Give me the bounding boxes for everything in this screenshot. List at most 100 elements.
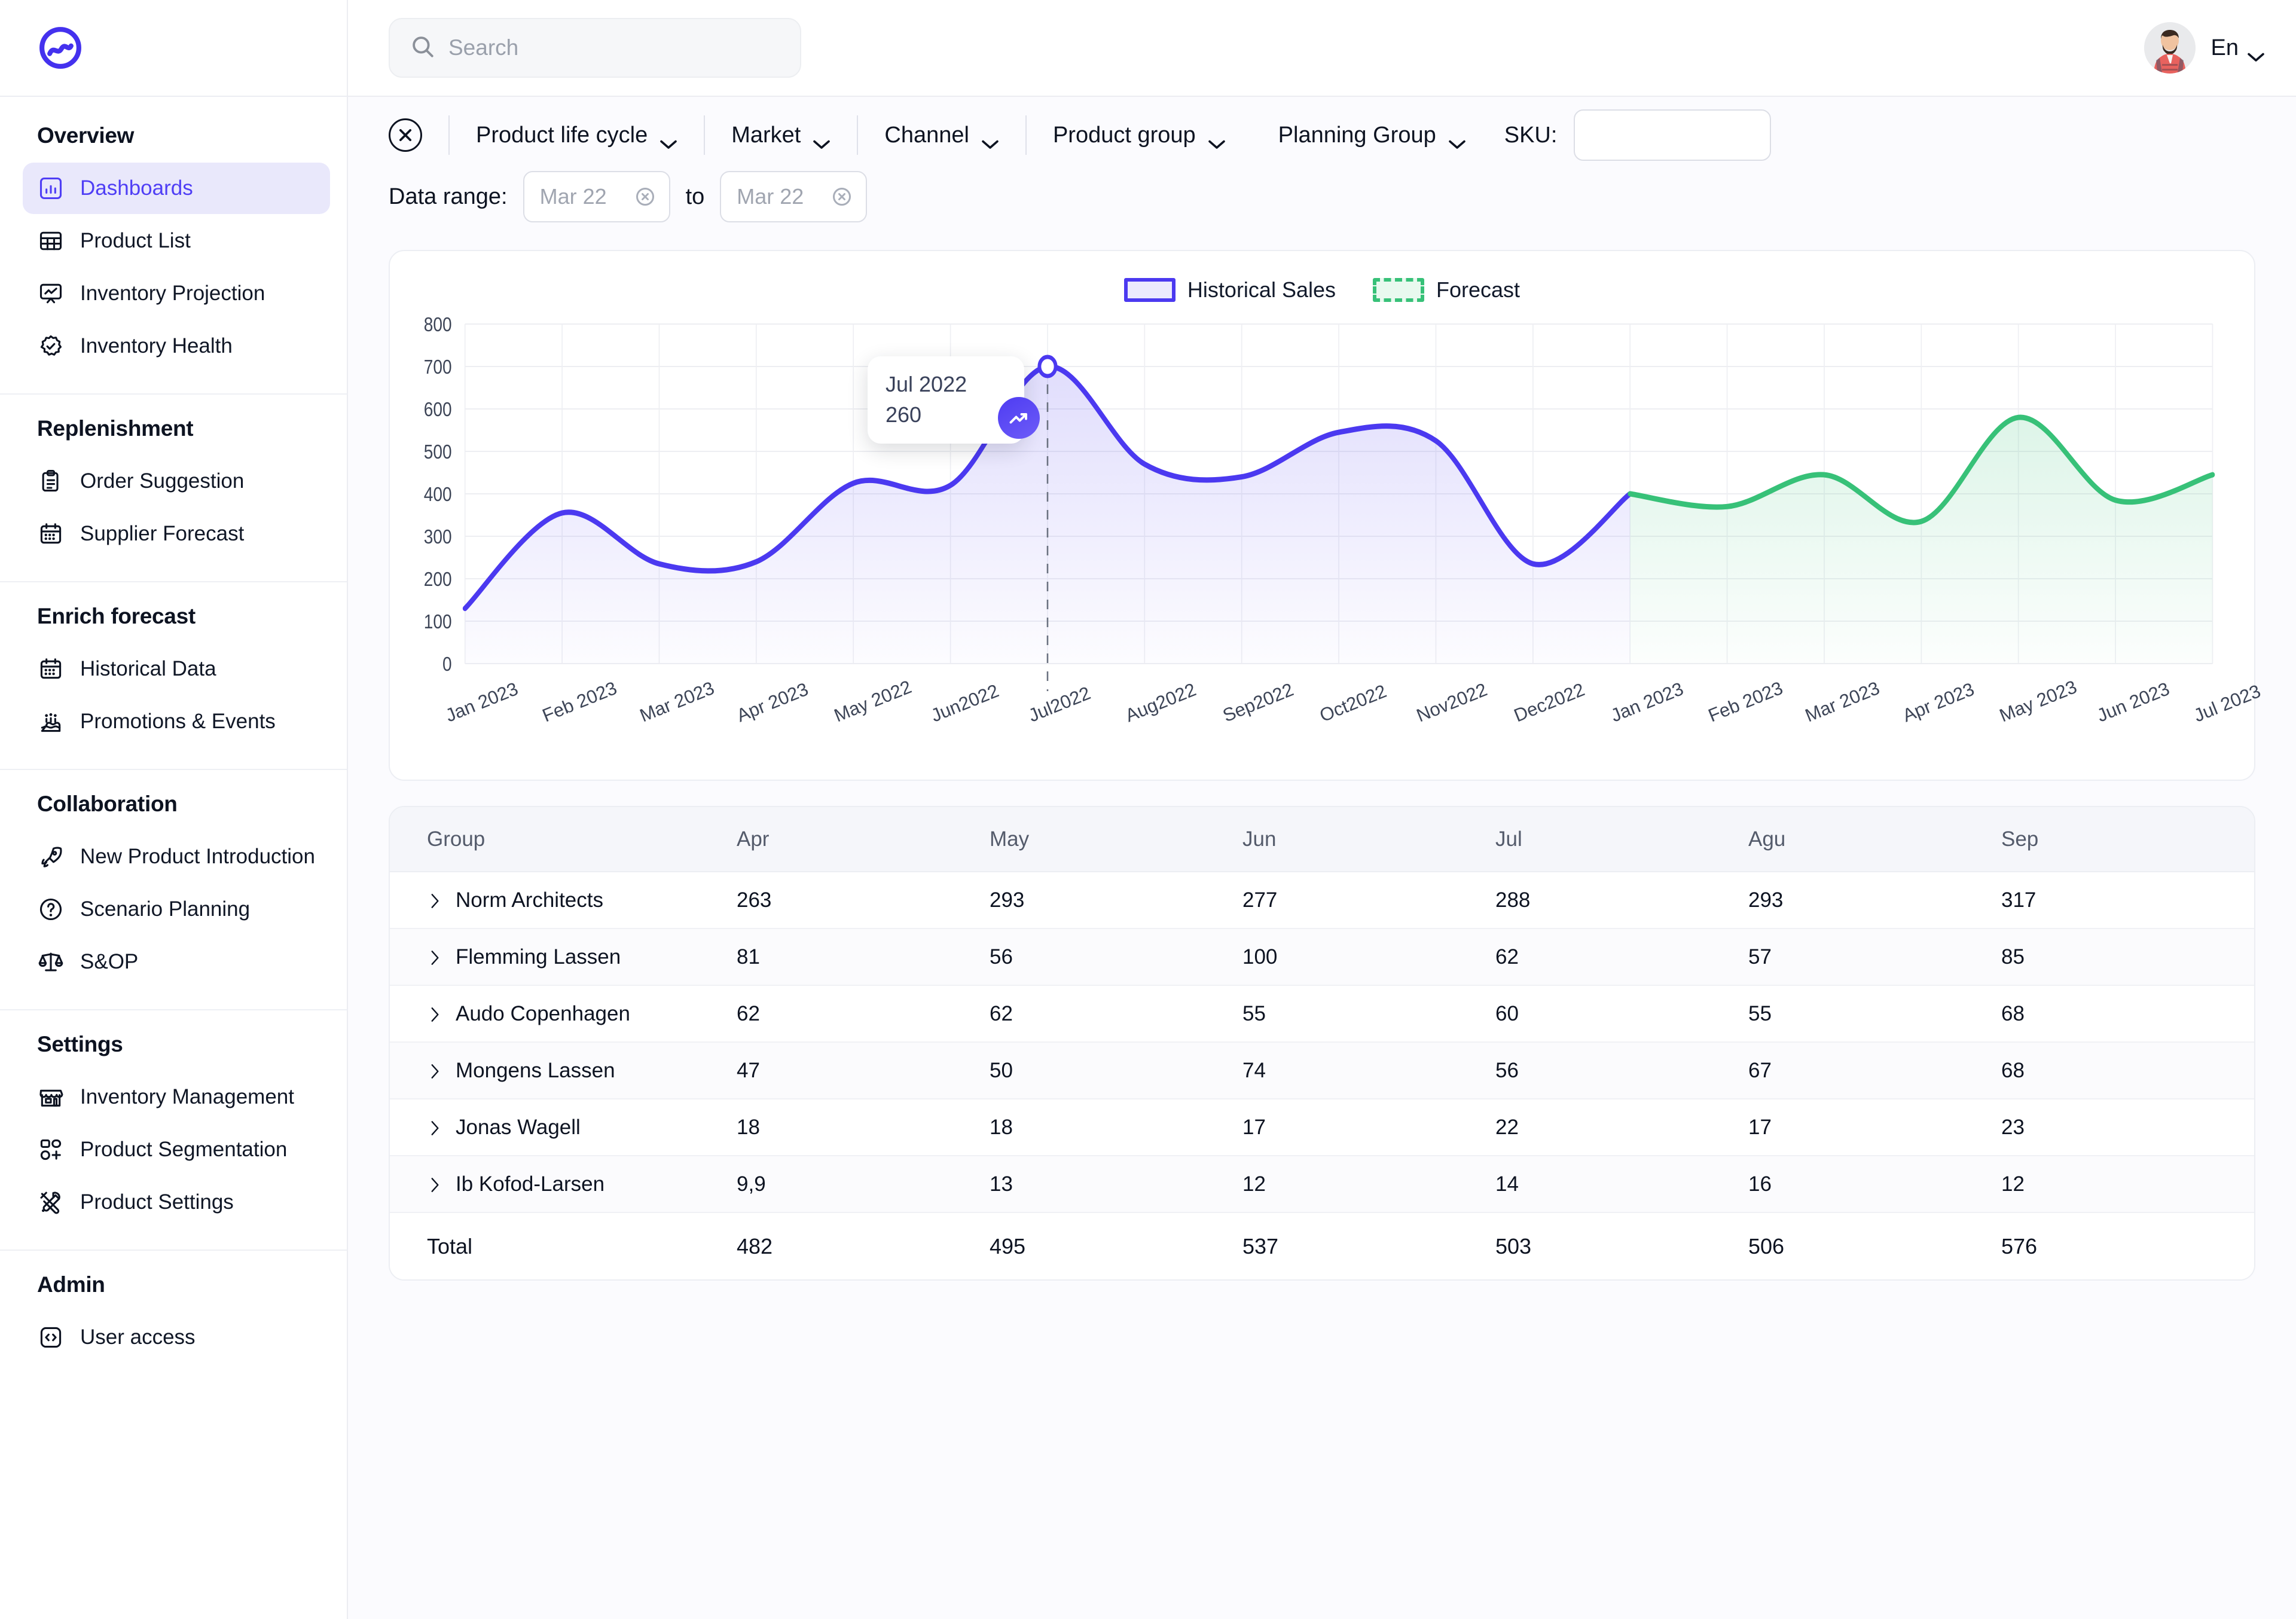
- table-cell-value: 85: [2001, 928, 2254, 985]
- legend-swatch-historical-icon: [1124, 278, 1176, 302]
- table-row[interactable]: Mongens Lassen475074566768: [390, 1042, 2254, 1099]
- sidebar-item-inventory-health[interactable]: Inventory Health: [23, 320, 330, 372]
- svg-text:300: 300: [424, 526, 452, 548]
- table-cell-value: 47: [737, 1042, 990, 1099]
- store-icon: [37, 1083, 65, 1111]
- sidebar-item-label: Inventory Health: [80, 334, 233, 358]
- sidebar-item-label: Supplier Forecast: [80, 522, 244, 546]
- main-content: En Product life cycle: [348, 0, 2296, 1619]
- clear-date-from-icon[interactable]: [634, 186, 656, 207]
- sidebar-item-promotions-events[interactable]: Promotions & Events: [23, 696, 330, 747]
- sidebar-item-product-list[interactable]: Product List: [23, 215, 330, 267]
- table-cell-group: Jonas Wagell: [390, 1099, 737, 1156]
- user-zone: En: [2144, 22, 2265, 74]
- table-column-header[interactable]: Agu: [1748, 807, 2001, 872]
- sidebar-item-product-settings[interactable]: Product Settings: [23, 1177, 330, 1228]
- sidebar-item-scenario-planning[interactable]: Scenario Planning: [23, 884, 330, 935]
- table-cell-value: 74: [1242, 1042, 1495, 1099]
- sku-input[interactable]: [1574, 109, 1771, 161]
- legend-item-historical[interactable]: Historical Sales: [1124, 277, 1336, 303]
- table-cell-value: 62: [990, 985, 1242, 1042]
- table-column-header[interactable]: Sep: [2001, 807, 2254, 872]
- table-cell-value: 317: [2001, 872, 2254, 928]
- search-box[interactable]: [389, 18, 801, 78]
- question-circle-icon: [37, 896, 65, 923]
- filter-product-life-cycle[interactable]: Product life cycle: [450, 123, 704, 148]
- sidebar-nav: OverviewDashboardsProduct ListInventory …: [0, 97, 347, 1619]
- chevron-right-icon[interactable]: [427, 1062, 442, 1080]
- sidebar-item-historical-data[interactable]: Historical Data: [23, 643, 330, 695]
- sidebar-item-supplier-forecast[interactable]: Supplier Forecast: [23, 508, 330, 560]
- sidebar-item-product-segmentation[interactable]: Product Segmentation: [23, 1124, 330, 1175]
- table-column-header[interactable]: Group: [390, 807, 737, 872]
- sidebar-item-user-access[interactable]: User access: [23, 1312, 330, 1363]
- chart-plot-area[interactable]: 0100200300400500600700800 Jul 2022 260: [416, 316, 2228, 698]
- sidebar-item-inventory-projection[interactable]: Inventory Projection: [23, 268, 330, 319]
- filter-label: Market: [731, 123, 801, 148]
- sidebar-item-label: Inventory Management: [80, 1085, 294, 1109]
- table-row[interactable]: Ib Kofod-Larsen9,91312141612: [390, 1156, 2254, 1212]
- avatar[interactable]: [2144, 22, 2196, 74]
- legend-item-forecast[interactable]: Forecast: [1373, 277, 1520, 303]
- chevron-right-icon[interactable]: [427, 1175, 442, 1193]
- code-brackets-icon: [37, 1324, 65, 1351]
- chevron-right-icon[interactable]: [427, 948, 442, 966]
- filter-market[interactable]: Market: [705, 123, 857, 148]
- table-row[interactable]: Flemming Lassen8156100625785: [390, 928, 2254, 985]
- table-cell-group: Norm Architects: [390, 872, 737, 928]
- filter-channel[interactable]: Channel: [858, 123, 1025, 148]
- sidebar-section-admin: AdminUser access: [0, 1250, 347, 1385]
- filter-planning-group[interactable]: Planning Group: [1252, 123, 1492, 148]
- table-row[interactable]: Audo Copenhagen626255605568: [390, 985, 2254, 1042]
- table-column-header[interactable]: Jul: [1495, 807, 1748, 872]
- date-to-field[interactable]: Mar 22: [720, 171, 867, 222]
- app-logo-icon[interactable]: [37, 25, 84, 71]
- sidebar: OverviewDashboardsProduct ListInventory …: [0, 0, 348, 1619]
- table-row[interactable]: Norm Architects263293277288293317: [390, 872, 2254, 928]
- sidebar-item-order-suggestion[interactable]: Order Suggestion: [23, 456, 330, 507]
- sidebar-item-label: Order Suggestion: [80, 469, 244, 493]
- table-cell-value: 60: [1495, 985, 1748, 1042]
- chevron-down-icon: [660, 130, 677, 140]
- table-column-header[interactable]: Apr: [737, 807, 990, 872]
- table-column-header[interactable]: Jun: [1242, 807, 1495, 872]
- chevron-right-icon[interactable]: [427, 1119, 442, 1137]
- language-selector[interactable]: En: [2211, 35, 2265, 61]
- total-value: 495: [990, 1212, 1242, 1279]
- svg-text:700: 700: [424, 356, 452, 378]
- table-cell-value: 277: [1242, 872, 1495, 928]
- sidebar-item-label: Promotions & Events: [80, 710, 276, 734]
- legend-label: Forecast: [1436, 277, 1520, 303]
- sidebar-item-label: S&OP: [80, 950, 138, 974]
- chevron-right-icon[interactable]: [427, 891, 442, 909]
- filter-product-group[interactable]: Product group: [1027, 123, 1252, 148]
- table-cell-value: 81: [737, 928, 990, 985]
- table-cell-group: Mongens Lassen: [390, 1042, 737, 1099]
- table-cell-value: 68: [2001, 985, 2254, 1042]
- table-column-header[interactable]: May: [990, 807, 1242, 872]
- sidebar-item-new-product-introduction[interactable]: New Product Introduction: [23, 831, 330, 882]
- clear-date-to-icon[interactable]: [831, 186, 853, 207]
- chevron-down-icon: [1208, 130, 1226, 140]
- sidebar-section-collaboration: CollaborationNew Product IntroductionSce…: [0, 769, 347, 1009]
- sidebar-item-s-op[interactable]: S&OP: [23, 936, 330, 988]
- search-input[interactable]: [448, 35, 780, 60]
- legend-swatch-forecast-icon: [1373, 278, 1424, 302]
- total-value: 506: [1748, 1212, 2001, 1279]
- table-header-row: GroupAprMayJunJulAguSep: [390, 807, 2254, 872]
- sidebar-item-dashboards[interactable]: Dashboards: [23, 163, 330, 214]
- table-cell-value: 288: [1495, 872, 1748, 928]
- table-head: GroupAprMayJunJulAguSep: [390, 807, 2254, 872]
- sidebar-item-inventory-management[interactable]: Inventory Management: [23, 1071, 330, 1123]
- group-name: Ib Kofod-Larsen: [456, 1172, 604, 1196]
- reset-filters-button[interactable]: [389, 118, 422, 152]
- chevron-right-icon[interactable]: [427, 1005, 442, 1023]
- sidebar-section-replenishment: ReplenishmentOrder SuggestionSupplier Fo…: [0, 393, 347, 581]
- sidebar-section-settings: SettingsInventory ManagementProduct Segm…: [0, 1009, 347, 1250]
- date-from-field[interactable]: Mar 22: [523, 171, 670, 222]
- sidebar-item-label: Product Settings: [80, 1190, 234, 1214]
- table-cell-value: 55: [1748, 985, 2001, 1042]
- table-body: Norm Architects263293277288293317Flemmin…: [390, 872, 2254, 1279]
- table-cell-value: 13: [990, 1156, 1242, 1212]
- table-row[interactable]: Jonas Wagell181817221723: [390, 1099, 2254, 1156]
